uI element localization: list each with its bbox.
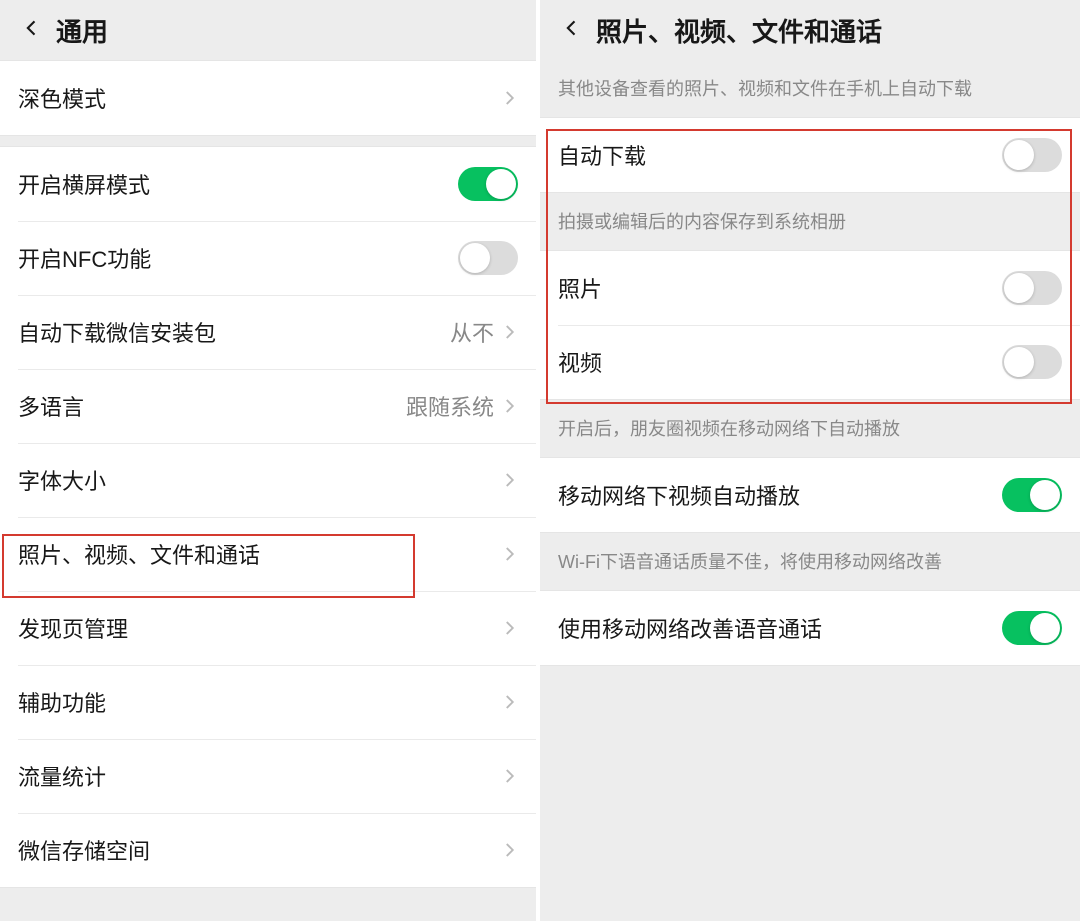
row-video[interactable]: 视频 bbox=[540, 325, 1080, 399]
toggle-video[interactable] bbox=[1002, 345, 1062, 379]
photos-videos-panel: 照片、视频、文件和通话 其他设备查看的照片、视频和文件在手机上自动下载 自动下载… bbox=[540, 0, 1080, 921]
divider bbox=[0, 136, 536, 146]
section-header: 其他设备查看的照片、视频和文件在手机上自动下载 bbox=[540, 60, 1080, 117]
row-label: 自动下载 bbox=[558, 139, 1002, 171]
section-header: 开启后，朋友圈视频在移动网络下自动播放 bbox=[540, 400, 1080, 457]
row-value: 从不 bbox=[450, 316, 494, 348]
row-auto-download[interactable]: 自动下载 bbox=[540, 118, 1080, 192]
section-header: Wi-Fi下语音通话质量不佳，将使用移动网络改善 bbox=[540, 533, 1080, 590]
row-label: 辅助功能 bbox=[18, 686, 500, 718]
chevron-right-icon bbox=[500, 397, 518, 415]
row-font-size[interactable]: 字体大小 bbox=[0, 443, 536, 517]
row-improve-voice[interactable]: 使用移动网络改善语音通话 bbox=[540, 591, 1080, 665]
row-label: 字体大小 bbox=[18, 464, 500, 496]
row-storage[interactable]: 微信存储空间 bbox=[0, 813, 536, 887]
row-mobile-autoplay[interactable]: 移动网络下视频自动播放 bbox=[540, 458, 1080, 532]
header-right: 照片、视频、文件和通话 bbox=[540, 0, 1080, 60]
row-photo[interactable]: 照片 bbox=[540, 251, 1080, 325]
row-label: 自动下载微信安装包 bbox=[18, 316, 450, 348]
row-label: 开启横屏模式 bbox=[18, 168, 458, 200]
row-label: 移动网络下视频自动播放 bbox=[558, 479, 1002, 511]
page-title-right: 照片、视频、文件和通话 bbox=[596, 12, 882, 49]
row-label: 开启NFC功能 bbox=[18, 242, 458, 274]
row-label: 照片、视频、文件和通话 bbox=[18, 538, 500, 570]
chevron-right-icon bbox=[500, 545, 518, 563]
chevron-right-icon bbox=[500, 619, 518, 637]
row-dark-mode[interactable]: 深色模式 bbox=[0, 61, 536, 135]
row-multilang[interactable]: 多语言 跟随系统 bbox=[0, 369, 536, 443]
chevron-right-icon bbox=[500, 841, 518, 859]
row-label: 视频 bbox=[558, 346, 1002, 378]
row-label: 多语言 bbox=[18, 390, 406, 422]
toggle-mobile-autoplay[interactable] bbox=[1002, 478, 1062, 512]
toggle-landscape[interactable] bbox=[458, 167, 518, 201]
row-value: 跟随系统 bbox=[406, 390, 494, 422]
page-title-left: 通用 bbox=[56, 12, 108, 49]
chevron-left-icon bbox=[562, 18, 582, 43]
row-landscape[interactable]: 开启横屏模式 bbox=[0, 147, 536, 221]
chevron-right-icon bbox=[500, 767, 518, 785]
toggle-photo[interactable] bbox=[1002, 271, 1062, 305]
back-button-right[interactable] bbox=[550, 8, 594, 52]
row-label: 照片 bbox=[558, 272, 1002, 304]
row-label: 流量统计 bbox=[18, 760, 500, 792]
section-header: 拍摄或编辑后的内容保存到系统相册 bbox=[540, 193, 1080, 250]
row-discover[interactable]: 发现页管理 bbox=[0, 591, 536, 665]
row-label: 使用移动网络改善语音通话 bbox=[558, 612, 1002, 644]
header-left: 通用 bbox=[0, 0, 536, 60]
chevron-right-icon bbox=[500, 693, 518, 711]
row-label: 深色模式 bbox=[18, 82, 500, 114]
row-auto-download-pkg[interactable]: 自动下载微信安装包 从不 bbox=[0, 295, 536, 369]
general-settings-panel: 通用 深色模式 开启横屏模式 开启NFC功能 自动下载微信安装包 从不 多语言 … bbox=[0, 0, 540, 921]
toggle-nfc[interactable] bbox=[458, 241, 518, 275]
chevron-right-icon bbox=[500, 89, 518, 107]
row-label: 微信存储空间 bbox=[18, 834, 500, 866]
row-data-usage[interactable]: 流量统计 bbox=[0, 739, 536, 813]
back-button-left[interactable] bbox=[10, 8, 54, 52]
toggle-auto-download[interactable] bbox=[1002, 138, 1062, 172]
chevron-right-icon bbox=[500, 323, 518, 341]
row-photos-videos[interactable]: 照片、视频、文件和通话 bbox=[0, 517, 536, 591]
chevron-left-icon bbox=[22, 18, 42, 43]
chevron-right-icon bbox=[500, 471, 518, 489]
toggle-improve-voice[interactable] bbox=[1002, 611, 1062, 645]
row-accessibility[interactable]: 辅助功能 bbox=[0, 665, 536, 739]
row-nfc[interactable]: 开启NFC功能 bbox=[0, 221, 536, 295]
row-label: 发现页管理 bbox=[18, 612, 500, 644]
